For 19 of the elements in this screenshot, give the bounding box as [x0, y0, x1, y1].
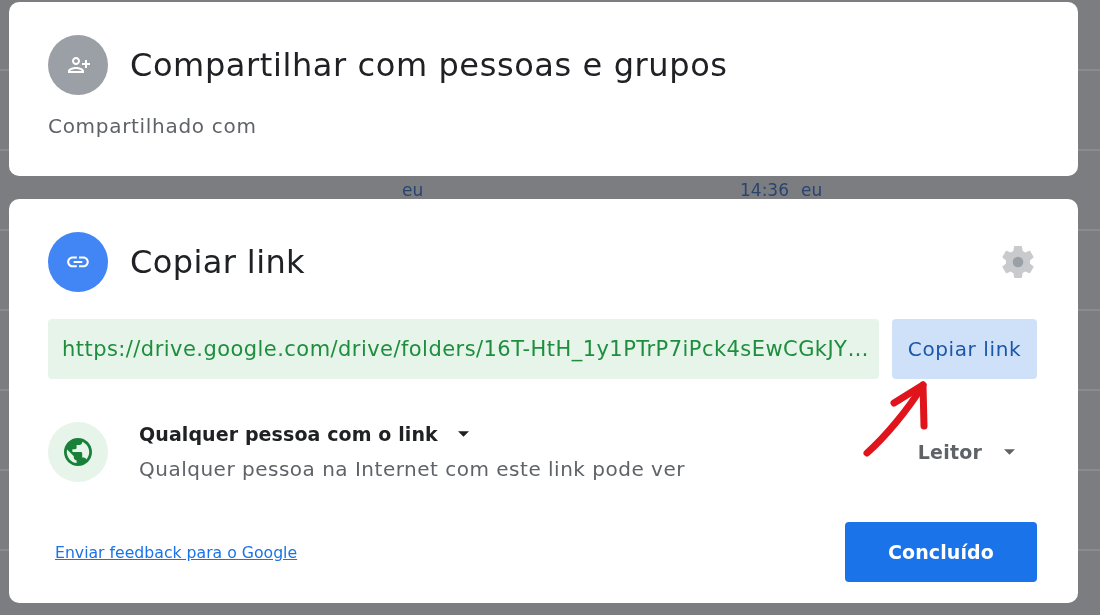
role-dropdown[interactable]: Leitor [917, 441, 1037, 463]
card-title: Compartilhar com pessoas e grupos [130, 46, 728, 84]
feedback-link[interactable]: Enviar feedback para o Google [55, 542, 298, 562]
shared-with-label: Compartilhado com [48, 114, 257, 138]
access-dropdown[interactable]: Qualquer pessoa com o link [139, 423, 469, 445]
access-description: Qualquer pessoa na Internet com este link pode ver [139, 457, 685, 481]
settings-icon[interactable] [1001, 245, 1035, 279]
background-list-text: eu [801, 179, 823, 200]
copy-link-button[interactable]: Copiar link [892, 319, 1037, 379]
link-field[interactable]: https://drive.google.com/drive/folders/16T-HtH_1y1PTrP7iPck4sEwCGkJY… [48, 319, 879, 379]
globe-icon [48, 422, 108, 482]
link-icon [48, 232, 108, 292]
add-person-icon [48, 35, 108, 95]
caret-down-icon [457, 431, 469, 437]
background-list-text: eu [402, 179, 425, 200]
caret-down-icon [1004, 449, 1015, 455]
done-button[interactable]: Concluído [845, 522, 1037, 582]
card-title: Copiar link [130, 243, 307, 281]
background-list-text: 14:36 [740, 179, 789, 200]
